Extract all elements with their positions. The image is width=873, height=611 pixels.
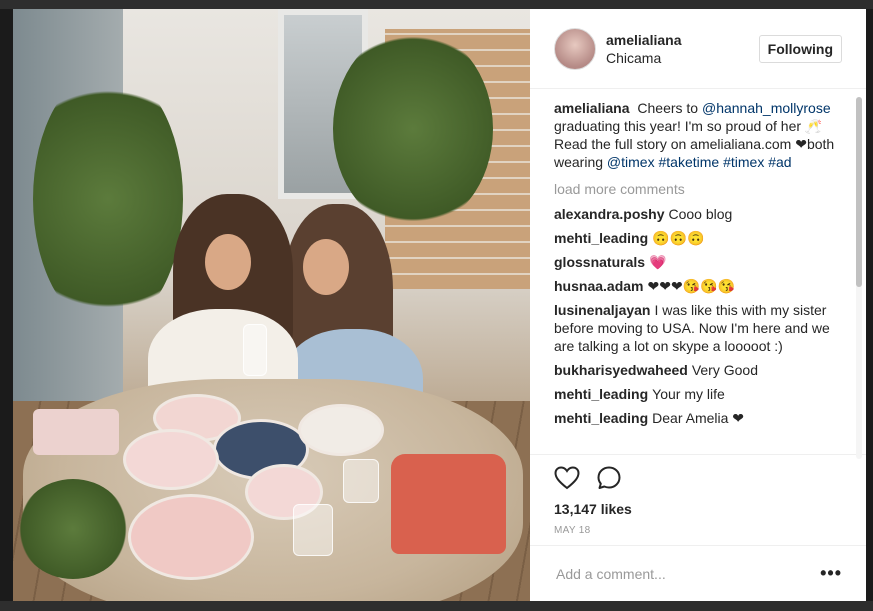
comments-list[interactable]: amelialiana Cheers to @hannah_mollyrose … xyxy=(530,89,866,454)
location-link[interactable]: Chicama xyxy=(606,49,759,67)
load-more-comments-button[interactable]: load more comments xyxy=(554,181,850,197)
comment-username[interactable]: husnaa.adam xyxy=(554,278,643,294)
comment-item: lusinenaljayan I was like this with my si… xyxy=(554,301,850,355)
caption-text: Cheers to xyxy=(637,100,699,116)
page-background-bottom xyxy=(0,601,873,611)
photo-pink-bag xyxy=(33,409,119,455)
post-details-panel: amelialiana Chicama Following amelialian… xyxy=(530,9,866,601)
comment-item: glossnaturals 💗 xyxy=(554,253,850,271)
photo-red-bag xyxy=(391,454,506,554)
comment-item: husnaa.adam ❤❤❤😘😘😘 xyxy=(554,277,850,295)
comment-text: Your my life xyxy=(652,386,725,402)
photo-glass xyxy=(343,459,379,503)
comment-item: alexandra.poshy Cooo blog xyxy=(554,205,850,223)
caption: amelialiana Cheers to @hannah_mollyrose … xyxy=(554,99,850,171)
comment-username[interactable]: mehti_leading xyxy=(554,386,648,402)
comment-text: ❤❤❤😘😘😘 xyxy=(647,278,735,294)
caption-username[interactable]: amelialiana xyxy=(554,100,630,116)
post-date[interactable]: MAY 18 xyxy=(554,525,842,536)
username-link[interactable]: amelialiana xyxy=(606,31,759,49)
comment-text: Cooo blog xyxy=(668,206,733,222)
hashtag-link[interactable]: #ad xyxy=(768,154,791,170)
mention-link[interactable]: @hannah_mollyrose xyxy=(702,100,831,116)
post-photo[interactable] xyxy=(13,9,530,601)
photo-plate xyxy=(298,404,384,456)
more-options-icon[interactable]: ••• xyxy=(820,563,842,584)
comment-username[interactable]: alexandra.poshy xyxy=(554,206,665,222)
comment-username[interactable]: glossnaturals xyxy=(554,254,645,270)
comments-scrollbar[interactable] xyxy=(856,97,862,459)
following-button[interactable]: Following xyxy=(758,34,842,63)
photo-succulent xyxy=(18,479,128,579)
post-modal: amelialiana Chicama Following amelialian… xyxy=(13,9,866,601)
photo-glass xyxy=(293,504,333,556)
comment-item: mehti_leading 🙃🙃🙃 xyxy=(554,229,850,247)
comment-item: bukharisyedwaheed Very Good xyxy=(554,361,850,379)
hashtag-link[interactable]: #taketime xyxy=(658,154,719,170)
likes-count[interactable]: 13,147 likes xyxy=(554,501,842,517)
comment-text: Dear Amelia ❤ xyxy=(652,410,745,426)
comment-item: mehti_leading Your my life xyxy=(554,385,850,403)
hashtag-link[interactable]: #timex xyxy=(723,154,764,170)
photo-plant-right xyxy=(333,29,493,229)
comment-text: 💗 xyxy=(649,254,667,270)
add-comment-bar: ••• xyxy=(530,545,866,601)
post-header: amelialiana Chicama Following xyxy=(530,9,866,89)
mention-link[interactable]: @timex xyxy=(607,154,655,170)
photo-face-left xyxy=(205,234,251,290)
comment-text: 🙃🙃🙃 xyxy=(652,230,705,246)
photo-plant-left xyxy=(33,69,183,329)
comment-username[interactable]: bukharisyedwaheed xyxy=(554,362,688,378)
add-comment-input[interactable] xyxy=(554,564,821,583)
action-icons xyxy=(554,463,842,497)
photo-face-right xyxy=(303,239,349,295)
comment-text: Very Good xyxy=(691,362,758,378)
photo-plate xyxy=(128,494,254,580)
photo-glass xyxy=(243,324,267,376)
comment-username[interactable]: mehti_leading xyxy=(554,230,648,246)
photo-plate xyxy=(123,429,219,490)
comment-item: mehti_leading Dear Amelia ❤ xyxy=(554,409,850,427)
page-background-top xyxy=(0,0,873,9)
heart-icon[interactable] xyxy=(554,465,580,495)
avatar[interactable] xyxy=(554,27,596,70)
scrollbar-thumb[interactable] xyxy=(856,97,862,287)
post-actions: 13,147 likes MAY 18 xyxy=(530,454,866,536)
header-text: amelialiana Chicama xyxy=(606,31,759,67)
comment-icon[interactable] xyxy=(596,465,622,496)
comment-username[interactable]: lusinenaljayan xyxy=(554,302,650,318)
comment-username[interactable]: mehti_leading xyxy=(554,410,648,426)
